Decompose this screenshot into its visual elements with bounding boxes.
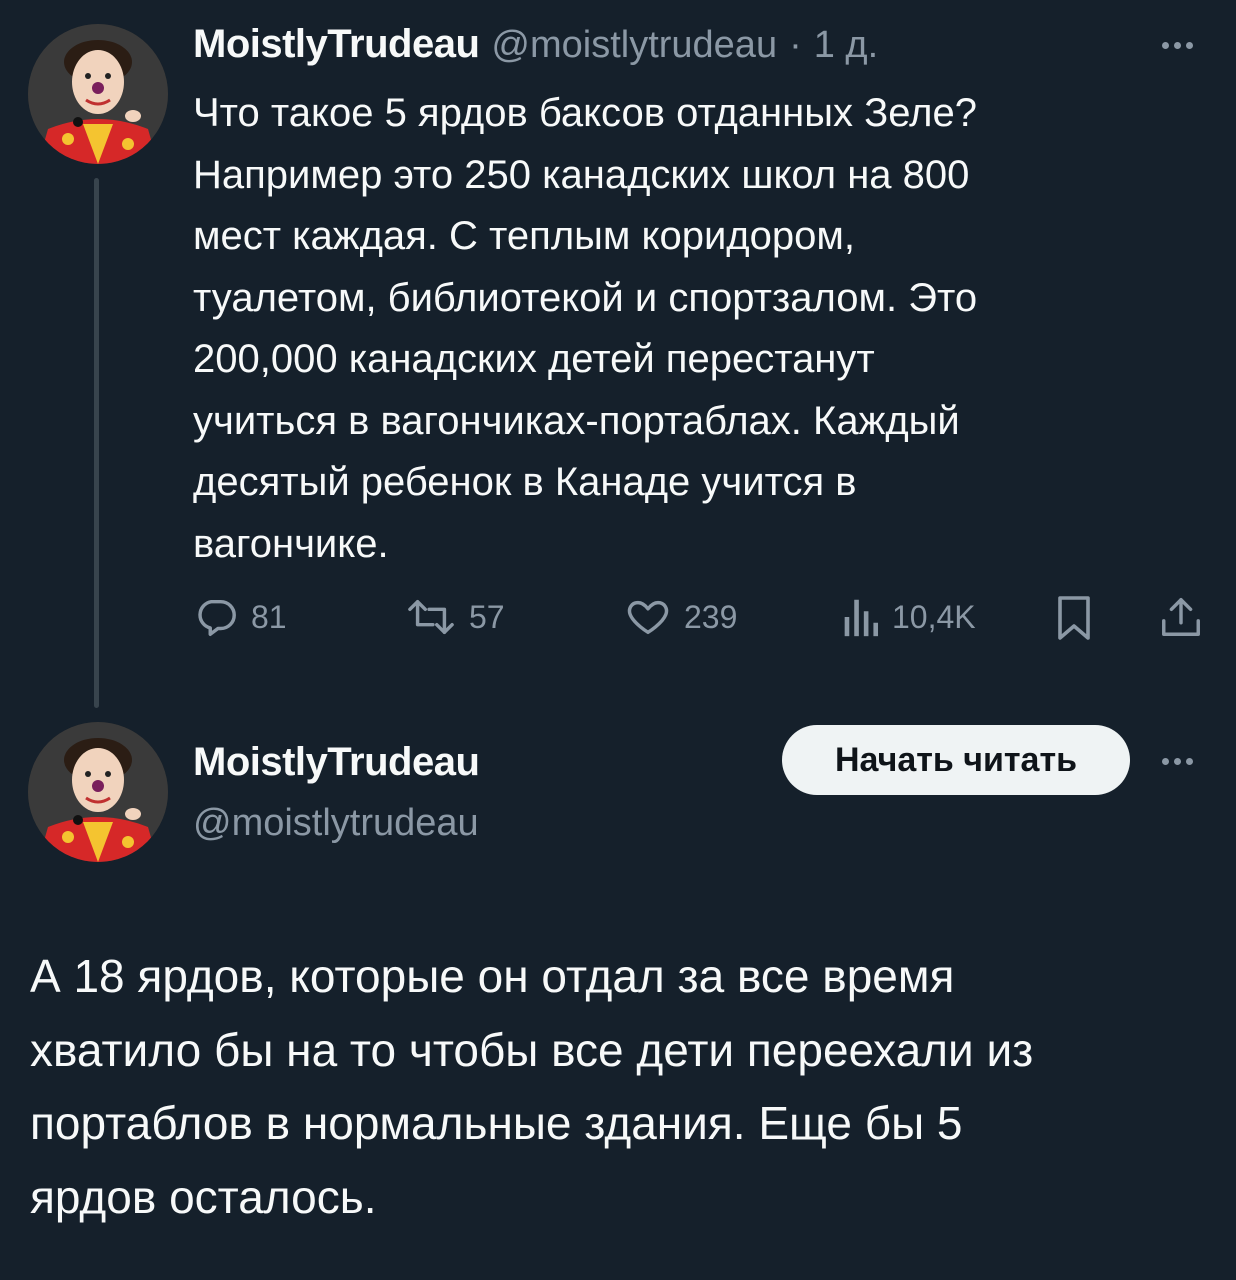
bookmark-button[interactable]	[1054, 594, 1094, 642]
author-name[interactable]: MoistlyTrudeau	[193, 22, 480, 67]
views-button[interactable]: 10,4K	[840, 594, 976, 640]
avatar[interactable]	[28, 722, 168, 862]
reply-text: А 18 ярдов, которые он отдал за все врем…	[30, 940, 1220, 1234]
reply-text-line: А 18 ярдов, которые он отдал за все врем…	[30, 950, 955, 1002]
views-count: 10,4K	[892, 598, 976, 635]
tweet-text-line: 200,000 канадских детей перестанут	[193, 337, 875, 381]
avatar[interactable]	[28, 24, 168, 164]
bookmark-icon	[1058, 596, 1090, 640]
tweet-text-line: вагончике.	[193, 521, 389, 566]
tweet-timestamp[interactable]: 1 д.	[814, 24, 878, 67]
tweet-text-line: туалетом, библиотекой и спортзалом. Это	[193, 275, 978, 320]
tweet-text-line: Что такое 5 ярдов баксов отданных Зеле?	[193, 91, 978, 135]
repost-count: 57	[469, 598, 505, 635]
author-name[interactable]: MoistlyTrudeau	[193, 740, 480, 785]
reply-text-line: портаблов в нормальные здания. Еще бы 5	[30, 1097, 963, 1149]
tweet-text-line: десятый ребенок в Канаде учится в	[193, 460, 857, 504]
like-button[interactable]: 239	[624, 594, 737, 640]
reply-text-line: хватило бы на то чтобы все дети переехал…	[30, 1023, 1034, 1076]
follow-button[interactable]: Начать читать	[782, 725, 1130, 795]
share-button[interactable]	[1158, 594, 1204, 640]
views-icon	[844, 599, 879, 637]
tweet-text-line: учиться в вагончиках-портаблах. Каждый	[193, 398, 960, 443]
author-handle[interactable]: @moistlytrudeau	[193, 802, 479, 845]
avatar-clown-image	[28, 722, 168, 862]
like-icon	[627, 600, 669, 635]
thread-connector-line	[94, 178, 99, 708]
dot-separator: ·	[789, 24, 802, 66]
tweet-text-line: Например это 250 канадских школ на 800	[193, 152, 970, 197]
repost-button[interactable]: 57	[405, 594, 505, 640]
repost-icon	[408, 599, 454, 635]
reply-icon	[198, 599, 236, 636]
tweet-text-line: мест каждая. С теплым коридором,	[193, 214, 855, 258]
more-icon[interactable]	[1162, 42, 1193, 49]
author-handle[interactable]: @moistlytrudeau	[491, 24, 777, 67]
share-icon	[1162, 598, 1200, 636]
avatar-clown-image	[28, 24, 168, 164]
reply-count: 81	[251, 598, 287, 635]
like-count: 239	[684, 598, 738, 635]
more-icon[interactable]	[1162, 758, 1193, 765]
reply-button[interactable]: 81	[193, 594, 287, 640]
tweet-text: Что такое 5 ярдов баксов отданных Зеле? …	[193, 83, 1193, 575]
reply-text-line: ярдов осталось.	[30, 1170, 377, 1223]
